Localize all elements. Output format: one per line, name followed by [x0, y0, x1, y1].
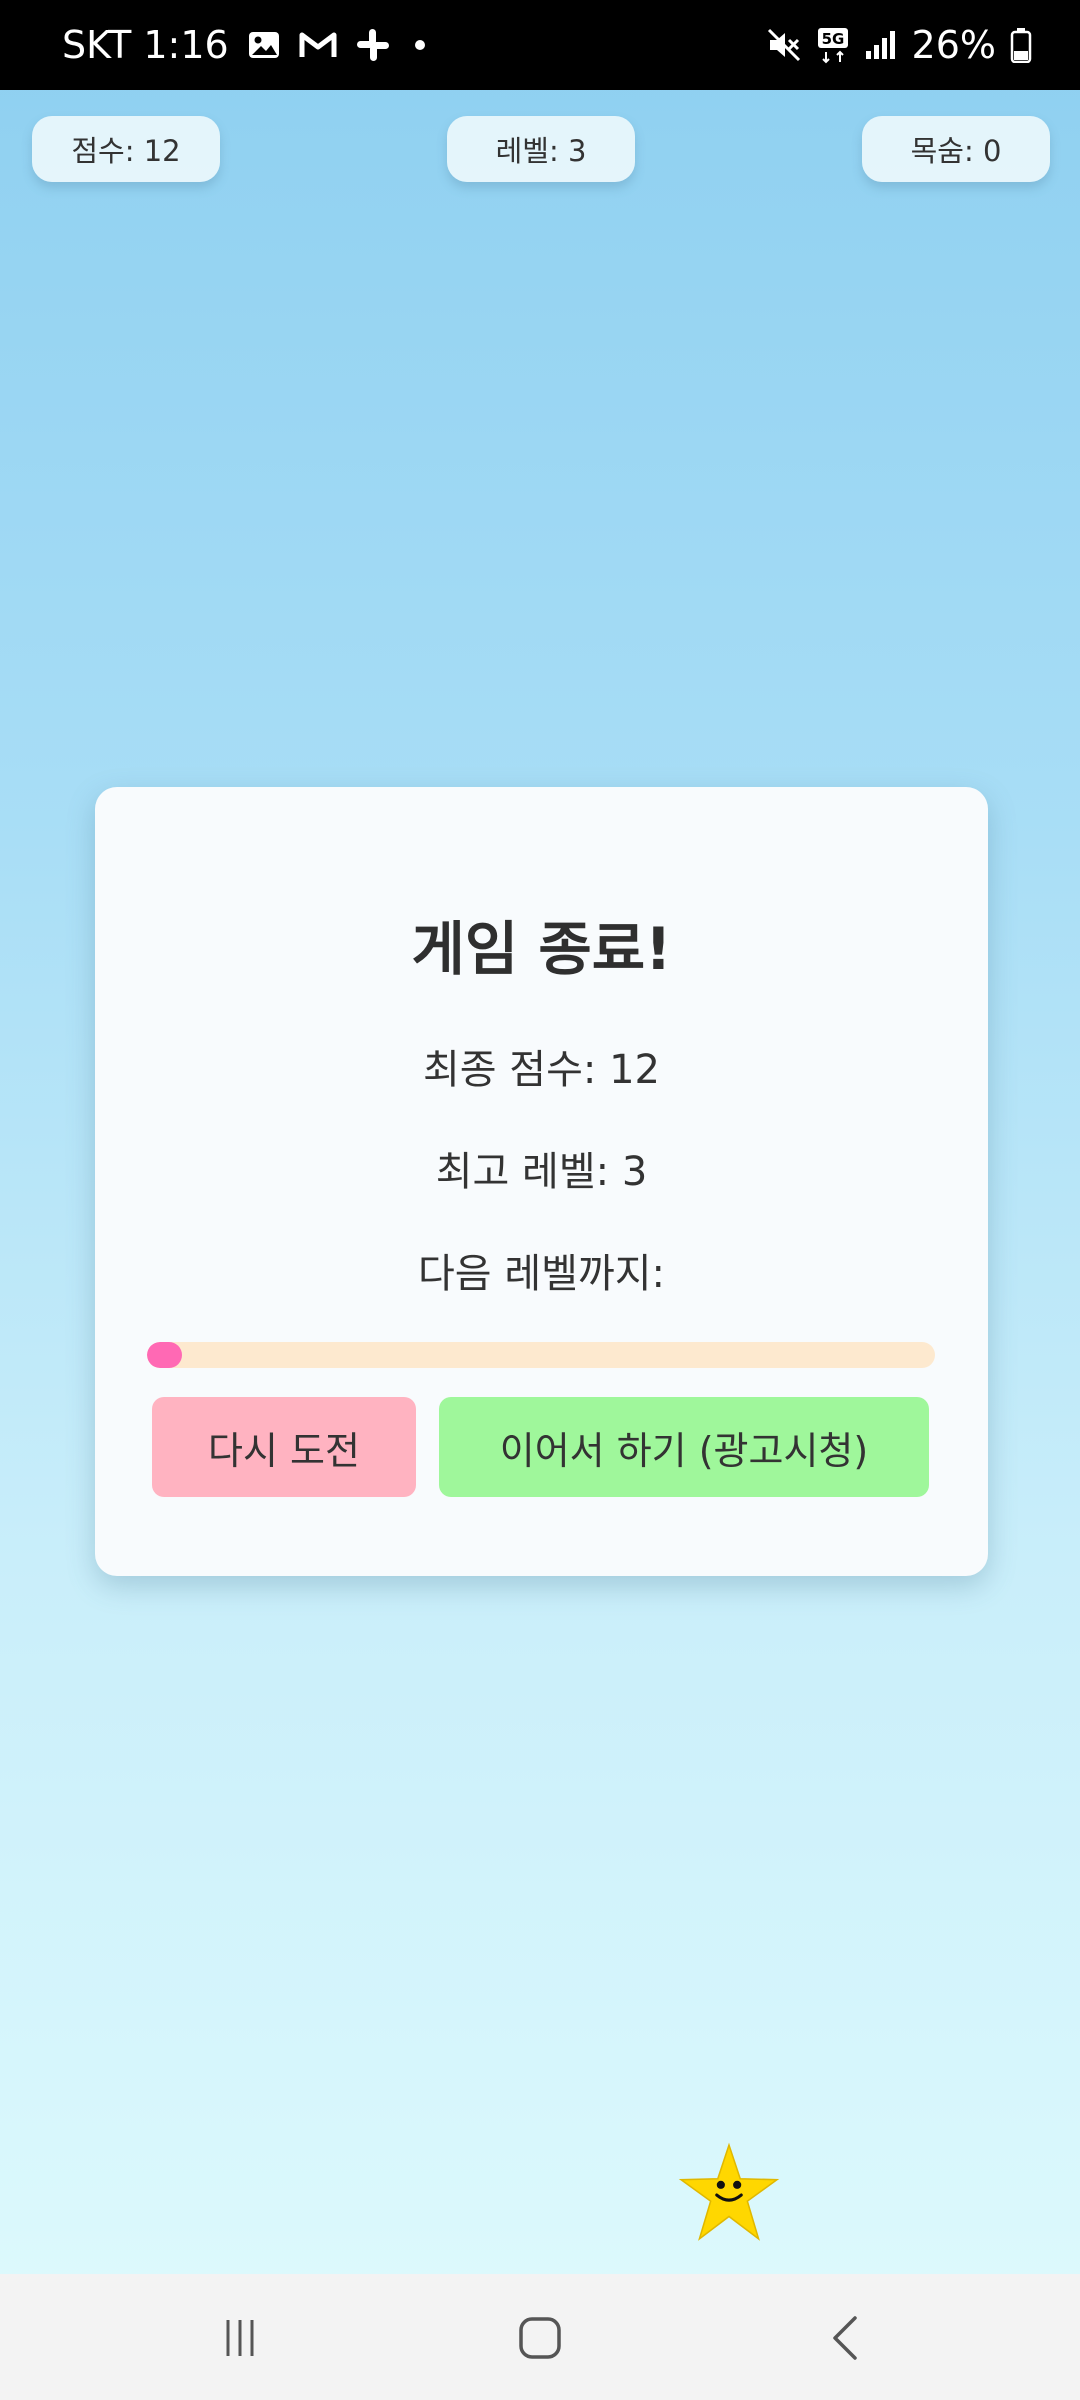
- final-score-text: 최종 점수: 12: [422, 1047, 660, 1093]
- battery-icon: [1010, 27, 1032, 63]
- carrier-time: SKT 1:16: [62, 23, 229, 67]
- slack-icon: [355, 27, 391, 63]
- score-display: 점수: 12: [32, 116, 220, 182]
- retry-button[interactable]: 다시 도전: [152, 1397, 416, 1497]
- best-level-text: 최고 레벨: 3: [435, 1149, 648, 1195]
- back-icon[interactable]: [805, 2298, 885, 2378]
- level-display: 레벨: 3: [447, 116, 635, 182]
- svg-text:5G: 5G: [821, 30, 844, 48]
- mute-icon: [766, 27, 802, 63]
- 5g-icon: 5G: [816, 26, 850, 64]
- game-over-title: 게임 종료!: [411, 915, 672, 983]
- game-over-modal: 게임 종료! 최종 점수: 12 최고 레벨: 3 다음 레벨까지: 다시 도전…: [95, 787, 988, 1576]
- status-bar: SKT 1:16 5G 26%: [0, 0, 1080, 90]
- status-left: SKT 1:16: [62, 0, 425, 90]
- notification-dot: [414, 40, 425, 50]
- next-level-label: 다음 레벨까지:: [418, 1251, 665, 1297]
- lives-display: 목숨: 0: [862, 116, 1050, 182]
- recents-icon[interactable]: [200, 2298, 280, 2378]
- gmail-icon: [299, 30, 337, 60]
- gallery-icon: [247, 28, 281, 62]
- next-level-progress-bar: [147, 1342, 935, 1368]
- battery-percent: 26%: [911, 23, 996, 67]
- status-right: 5G 26%: [766, 0, 1032, 90]
- navigation-bar: [0, 2274, 1080, 2400]
- continue-ad-button[interactable]: 이어서 하기 (광고시청): [439, 1397, 929, 1497]
- score-text: 점수: 12: [71, 134, 181, 168]
- game-screen: SKT 1:16 5G 26% 점수: 12 레벨: 3 목숨: 0 게임 종료…: [0, 0, 1080, 2400]
- home-icon[interactable]: [500, 2298, 580, 2378]
- signal-icon: [864, 29, 898, 61]
- level-text: 레벨: 3: [495, 134, 587, 168]
- next-level-progress-fill: [147, 1342, 183, 1368]
- lives-text: 목숨: 0: [910, 134, 1002, 168]
- star-character-icon: [678, 2142, 780, 2244]
